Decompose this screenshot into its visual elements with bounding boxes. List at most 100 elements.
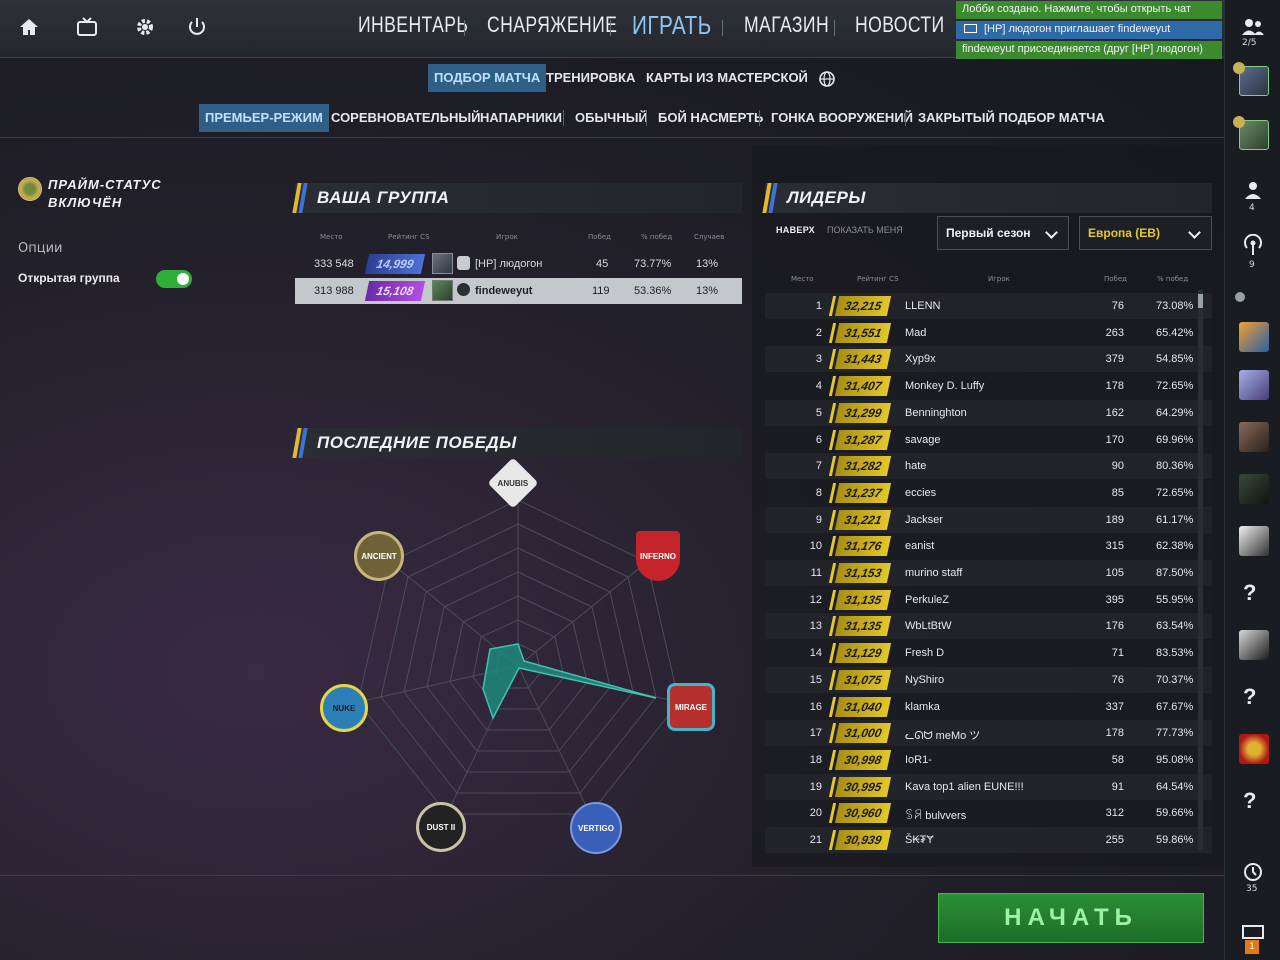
tab-workshop-maps[interactable]: КАРТЫ ИЗ МАСТЕРСКОЙ (640, 64, 814, 92)
leaderboard-row[interactable]: 3 31,443 Xyp9x 379 54.85% (765, 346, 1212, 373)
map-dust2-label: DUST II (426, 822, 456, 832)
group-row-selected[interactable]: 313 988 15,108 findeweyut 119 53.36% 13% (295, 278, 742, 304)
lb-winrate: 73.08% (1156, 300, 1194, 312)
lb-place: 13 (809, 620, 822, 633)
tab-wingman[interactable]: НАПАРНИКИ (474, 104, 568, 132)
nav-inventory[interactable]: ИНВЕНТАРЬ (358, 12, 468, 38)
group-col-cases: Случаев (694, 233, 725, 241)
lb-rating: 31,287 (843, 432, 883, 447)
avatar[interactable] (1239, 422, 1269, 452)
lb-player: PerkuleZ (905, 593, 950, 606)
leaderboard-row[interactable]: 21 30,939 Š₭₮Ɏ 255 59.86% (765, 827, 1212, 853)
lb-winrate: 67.67% (1156, 700, 1194, 713)
lb-player: hate (905, 460, 927, 473)
tab-matchmaking[interactable]: ПОДБОР МАТЧА (428, 64, 547, 92)
tab-top[interactable]: НАВЕРХ (776, 225, 815, 235)
group-col-winrate: % побед (641, 233, 673, 241)
leaderboard-row[interactable]: 2 31,551 Mad 263 65.42% (765, 319, 1212, 346)
friends-icon[interactable] (1241, 18, 1265, 36)
tab-show-me[interactable]: ПОКАЗАТЬ МЕНЯ (827, 225, 903, 235)
leaderboard-row[interactable]: 12 31,135 PerkuleZ 395 55.95% (765, 586, 1212, 613)
unknown-avatar-icon[interactable]: ? (1243, 788, 1256, 814)
rating-badge: 31,443 (834, 349, 892, 370)
prime-medal-icon (18, 177, 42, 201)
chevron-down-icon (1045, 226, 1058, 239)
leaderboard-row[interactable]: 10 31,176 eanist 315 62.38% (765, 533, 1212, 560)
prime-status: ПРАЙМ-СТАТУС ВКЛЮЧЁН (48, 176, 162, 212)
avatar[interactable] (1239, 474, 1269, 504)
leaderboard-row[interactable]: 20 30,960 ꌗꋪ bulvvers 312 59.66% (765, 800, 1212, 827)
rating-badge: 31,551 (834, 322, 892, 343)
tab-practice[interactable]: ТРЕНИРОВКА (540, 64, 641, 92)
power-icon[interactable] (184, 14, 210, 40)
avatar[interactable] (1239, 734, 1269, 764)
mode-separator (759, 110, 760, 126)
leaderboard-row[interactable]: 19 30,995 Kava top1 alien EUNE!!! 91 64.54% (765, 773, 1212, 800)
avatar[interactable] (1239, 322, 1269, 352)
friends-sidebar: 2/5 4 9 ? ? ? 35 1 (1224, 0, 1280, 960)
start-button[interactable]: НАЧАТЬ (938, 893, 1204, 943)
leaderboard-row[interactable]: 6 31,287 savage 170 69.96% (765, 426, 1212, 453)
unknown-avatar-icon[interactable]: ? (1243, 684, 1256, 710)
leaderboard-row[interactable]: 11 31,153 murino staff 105 87.50% (765, 560, 1212, 586)
notification-joined[interactable]: findeweyut присоединяется (друг [HP] люд… (956, 41, 1222, 59)
notification-invite[interactable]: [HP] людогон приглашает findeweyut (956, 21, 1222, 39)
leaderboard-row[interactable]: 18 30,998 IoR1- 58 95.08% (765, 746, 1212, 773)
leaderboard-row[interactable]: 15 31,075 NyShiro 76 70.37% (765, 666, 1212, 693)
tab-deathmatch[interactable]: БОЙ НАСМЕРТЬ (652, 104, 769, 132)
leaderboard-row[interactable]: 4 31,407 Monkey D. Luffy 178 72.65% (765, 373, 1212, 400)
tab-private-matchmaking[interactable]: ЗАКРЫТЫЙ ПОДБОР МАТЧА (912, 104, 1111, 132)
region-dropdown[interactable]: Европа (ЕВ) (1079, 216, 1212, 250)
leaderboard-row[interactable]: 8 31,237 eccies 85 72.65% (765, 479, 1212, 506)
group-row[interactable]: 333 548 14,999 [HP] людогон 45 73.77% 13… (295, 251, 742, 277)
avatar (432, 253, 453, 274)
avatar[interactable] (1239, 370, 1269, 400)
open-group-toggle[interactable] (156, 270, 192, 288)
leaderboard-row[interactable]: 9 31,221 Jackser 189 61.17% (765, 506, 1212, 533)
tab-premier[interactable]: ПРЕМЬЕР-РЕЖИМ (199, 104, 329, 132)
lb-winrate: 69.96% (1156, 433, 1194, 446)
lb-player: ꌗꋪ bulvvers (905, 810, 967, 823)
nav-news[interactable]: НОВОСТИ (855, 12, 945, 38)
leaderboard-row[interactable]: 14 31,129 Fresh D 71 83.53% (765, 640, 1212, 667)
lb-player: klamka (905, 700, 940, 713)
add-friend-icon[interactable] (1243, 180, 1263, 200)
tv-icon[interactable] (74, 14, 100, 40)
gear-icon[interactable] (132, 14, 158, 40)
leaderboard-row[interactable]: 16 31,040 klamka 337 67.67% (765, 693, 1212, 720)
nav-store[interactable]: МАГАЗИН (744, 12, 829, 38)
top-bar: ИНВЕНТАРЬ СНАРЯЖЕНИЕ ИГРАТЬ МАГАЗИН НОВО… (0, 0, 1224, 59)
leaderboard-row[interactable]: 7 31,282 hate 90 80.36% (765, 453, 1212, 480)
leaderboard-row[interactable]: 1 32,215 LLENN 76 73.08% (765, 293, 1212, 319)
nav-loadout[interactable]: СНАРЯЖЕНИЕ (487, 12, 617, 38)
leaderboard-row[interactable]: 13 31,135 WbLtBtW 176 63.54% (765, 613, 1212, 640)
tab-arms-race[interactable]: ГОНКА ВООРУЖЕНИЙ (765, 104, 919, 132)
open-group-label: Открытая группа (18, 271, 120, 285)
cs2-main-menu: ИНВЕНТАРЬ СНАРЯЖЕНИЕ ИГРАТЬ МАГАЗИН НОВО… (0, 0, 1280, 960)
season-dropdown[interactable]: Первый сезон (937, 216, 1069, 250)
unknown-avatar-icon[interactable]: ? (1243, 580, 1256, 606)
lb-winrate: 59.86% (1156, 834, 1194, 846)
broadcast-icon[interactable] (1242, 233, 1264, 256)
mail-icon[interactable] (1242, 925, 1264, 939)
avatar[interactable] (1239, 526, 1269, 556)
leaderboard-row[interactable]: 17 31,000 ᓚᘏᗢ meMo ツ 178 77.73% (765, 720, 1212, 747)
map-anubis-label: ANUBIS (497, 478, 529, 488)
tab-competitive[interactable]: СОРЕВНОВАТЕЛЬНЫЙ (325, 104, 486, 132)
avatar[interactable] (1239, 630, 1269, 660)
history-icon[interactable] (1243, 862, 1263, 882)
globe-icon[interactable] (818, 70, 836, 88)
home-icon[interactable] (16, 14, 42, 40)
lb-rating: 31,221 (843, 512, 883, 527)
lb-place: 9 (815, 513, 822, 526)
leaderboard-row[interactable]: 5 31,299 Benninghton 162 64.29% (765, 399, 1212, 426)
leaderboard-scrollbar[interactable] (1198, 290, 1203, 850)
notification-lobby[interactable]: Лобби создано. Нажмите, чтобы открыть ча… (956, 1, 1222, 19)
leaderboard-scroll-thumb[interactable] (1198, 294, 1203, 308)
tab-casual[interactable]: ОБЫЧНЫЙ (569, 104, 654, 132)
rating-badge: 31,135 (834, 616, 892, 637)
divider (0, 137, 1224, 138)
lb-player: eccies (905, 486, 937, 499)
nav-play[interactable]: ИГРАТЬ (632, 10, 712, 41)
lb-place: 15 (809, 673, 822, 686)
